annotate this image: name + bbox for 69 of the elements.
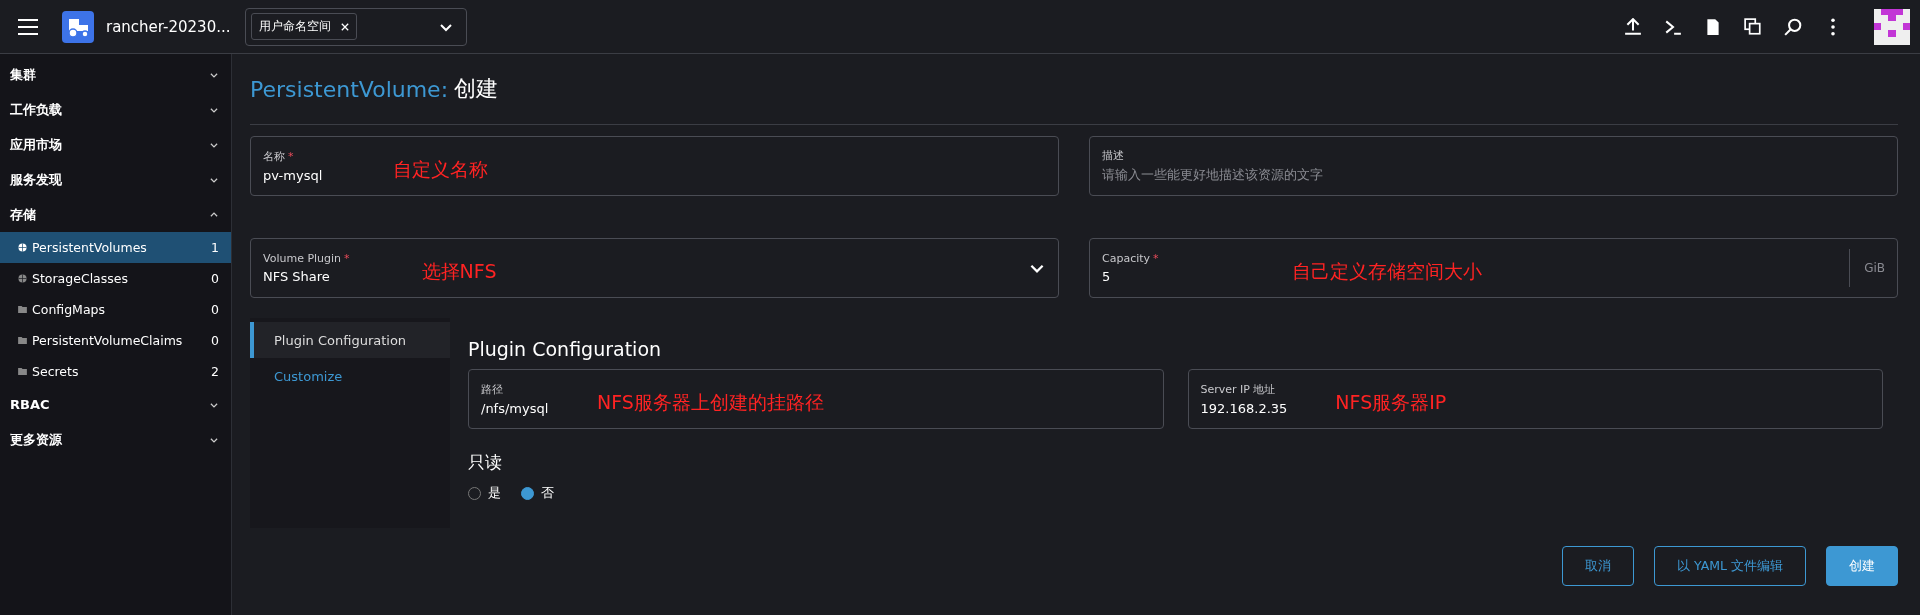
field-value: /nfs/mysql — [481, 401, 550, 416]
field-value: NFS Share — [263, 269, 331, 284]
field-label: Server IP 地址 — [1200, 382, 1277, 397]
annotation-text: 自己定义存储空间大小 — [1292, 259, 1482, 284]
radio-group-label: 只读 — [468, 451, 503, 474]
field-label: Capacity * — [1102, 252, 1160, 265]
sidebar-group[interactable]: 应用市场 — [0, 127, 231, 162]
sidebar-item[interactable]: StorageClasses 0 — [0, 263, 231, 294]
field-label: 名称 * — [263, 149, 295, 164]
required-mark: * — [344, 252, 350, 265]
menu-icon[interactable] — [18, 18, 38, 35]
page-title-resource: PersistentVolume: — [250, 76, 449, 102]
search-icon[interactable] — [1784, 17, 1802, 36]
field-value: pv-mysql — [263, 168, 324, 183]
input-field[interactable]: Server IP 地址 192.168.2.35 NFS服务器IP — [1187, 369, 1883, 429]
radio-button[interactable] — [521, 486, 534, 500]
globe-icon — [18, 274, 27, 283]
annotation-text: NFS服务器上创建的挂路径 — [597, 390, 824, 415]
close-icon[interactable] — [340, 22, 349, 31]
radio-label: 是 — [488, 484, 501, 502]
tab[interactable]: Customize — [250, 358, 450, 394]
field-label: 路径 — [481, 382, 504, 397]
annotation-text: NFS服务器IP — [1335, 390, 1447, 415]
select-field[interactable]: Volume Plugin * NFS Share 选择NFS — [250, 238, 1059, 298]
unit-label: GiB — [1849, 249, 1885, 287]
field-value: 5 — [1102, 269, 1112, 284]
field-label: 描述 — [1102, 148, 1125, 163]
required-mark: * — [288, 150, 294, 163]
namespace-select[interactable]: 用户命名空间 — [244, 7, 467, 46]
radio-option[interactable]: 是 — [468, 484, 501, 502]
action-button[interactable]: 取消 — [1562, 546, 1635, 586]
input-field[interactable]: 路径 /nfs/mysql NFS服务器上创建的挂路径 — [468, 369, 1164, 429]
globe-icon — [18, 243, 27, 252]
avatar-icon[interactable] — [1874, 8, 1910, 45]
annotation-text: 自定义名称 — [393, 157, 488, 182]
action-button[interactable]: 以 YAML 文件编辑 — [1654, 546, 1806, 586]
tractor-logo-icon — [62, 10, 94, 43]
file-icon[interactable] — [1704, 17, 1722, 36]
upload-icon[interactable] — [1624, 17, 1642, 36]
folder-icon — [18, 368, 27, 375]
sidebar-group[interactable]: RBAC — [0, 387, 231, 422]
namespace-chip[interactable]: 用户命名空间 — [250, 13, 357, 40]
field-label: Volume Plugin * — [263, 252, 350, 265]
radio-label: 否 — [541, 484, 554, 502]
field-value: 192.168.2.35 — [1200, 401, 1288, 416]
tab[interactable]: Plugin Configuration — [250, 322, 450, 358]
section-heading: Plugin Configuration — [468, 338, 663, 360]
input-field[interactable]: 名称 * pv-mysql 自定义名称 — [250, 136, 1059, 196]
required-mark: * — [1153, 252, 1159, 265]
input-field[interactable]: 描述 请输入一些能更好地描述该资源的文字 — [1089, 136, 1898, 196]
sidebar-group[interactable]: 工作负载 — [0, 92, 231, 127]
sidebar-item[interactable]: Secrets 2 — [0, 356, 231, 387]
cluster-name[interactable]: rancher-20230... — [106, 17, 231, 36]
sidebar-group[interactable]: 服务发现 — [0, 162, 231, 197]
page-title-action: 创建 — [454, 75, 499, 103]
sidebar-group[interactable]: 更多资源 — [0, 422, 231, 457]
folder-icon — [18, 306, 27, 313]
radio-option[interactable]: 否 — [521, 484, 554, 502]
sidebar-item[interactable]: PersistentVolumeClaims 0 — [0, 325, 231, 356]
sidebar-item[interactable]: ConfigMaps 0 — [0, 294, 231, 325]
folder-icon — [18, 337, 27, 344]
copy-icon[interactable] — [1744, 17, 1762, 36]
chip-label: 用户命名空间 — [258, 18, 331, 35]
field-placeholder: 请输入一些能更好地描述该资源的文字 — [1102, 167, 1323, 184]
annotation-text: 选择NFS — [421, 259, 497, 284]
sidebar-group[interactable]: 存储 — [0, 197, 231, 232]
sidebar-group[interactable]: 集群 — [0, 57, 231, 92]
input-field[interactable]: Capacity * 5 自己定义存储空间大小 GiB — [1089, 238, 1898, 298]
sidebar-item[interactable]: PersistentVolumes 1 — [0, 232, 231, 263]
